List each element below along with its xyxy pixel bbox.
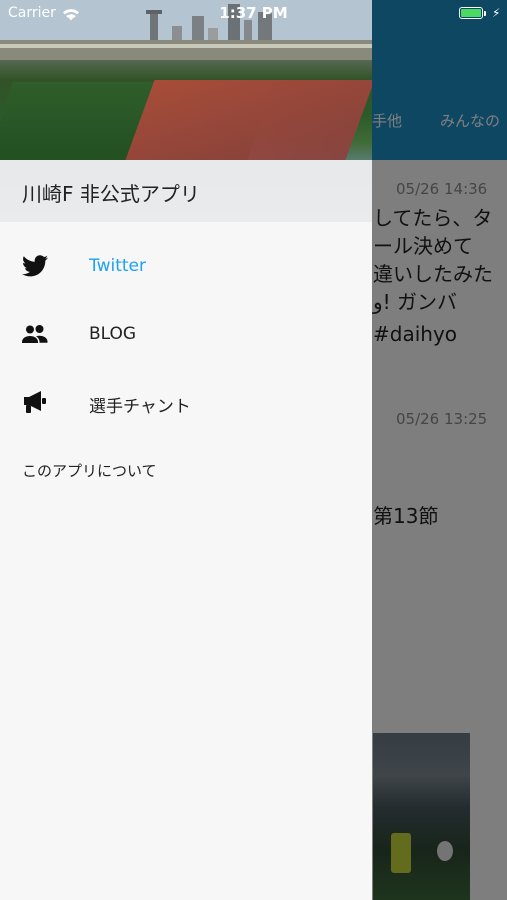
drawer-title-bar: 川崎F 非公式アプリ — [0, 160, 372, 222]
twitter-bird-icon — [20, 251, 50, 281]
drawer-item-label: BLOG — [89, 324, 137, 344]
drawer-item-player-chant[interactable]: 選手チャント — [0, 372, 372, 432]
drawer-item-about-app[interactable]: このアプリについて — [0, 440, 372, 500]
charging-bolt-icon: ⚡ — [492, 6, 501, 20]
navigation-drawer: 川崎F 非公式アプリ Twitter BLOG 選手チャント このアプリについて — [0, 0, 372, 900]
people-icon — [20, 319, 50, 349]
app-title: 川崎F 非公式アプリ — [22, 182, 200, 206]
status-bar: Carrier 1:37 PM ⚡ — [0, 0, 507, 28]
megaphone-icon — [20, 387, 50, 417]
drawer-item-blog[interactable]: BLOG — [0, 304, 372, 364]
drawer-item-label: 選手チャント — [89, 397, 191, 417]
running-track-graphic — [125, 80, 372, 160]
drawer-item-label: このアプリについて — [22, 462, 157, 480]
drawer-header-image: 川崎F 非公式アプリ — [0, 0, 372, 222]
drawer-item-twitter[interactable]: Twitter — [0, 236, 372, 296]
status-time: 1:37 PM — [219, 4, 288, 22]
battery-tip-icon — [484, 11, 486, 16]
drawer-item-label: Twitter — [89, 256, 146, 276]
battery-icon — [459, 7, 483, 19]
